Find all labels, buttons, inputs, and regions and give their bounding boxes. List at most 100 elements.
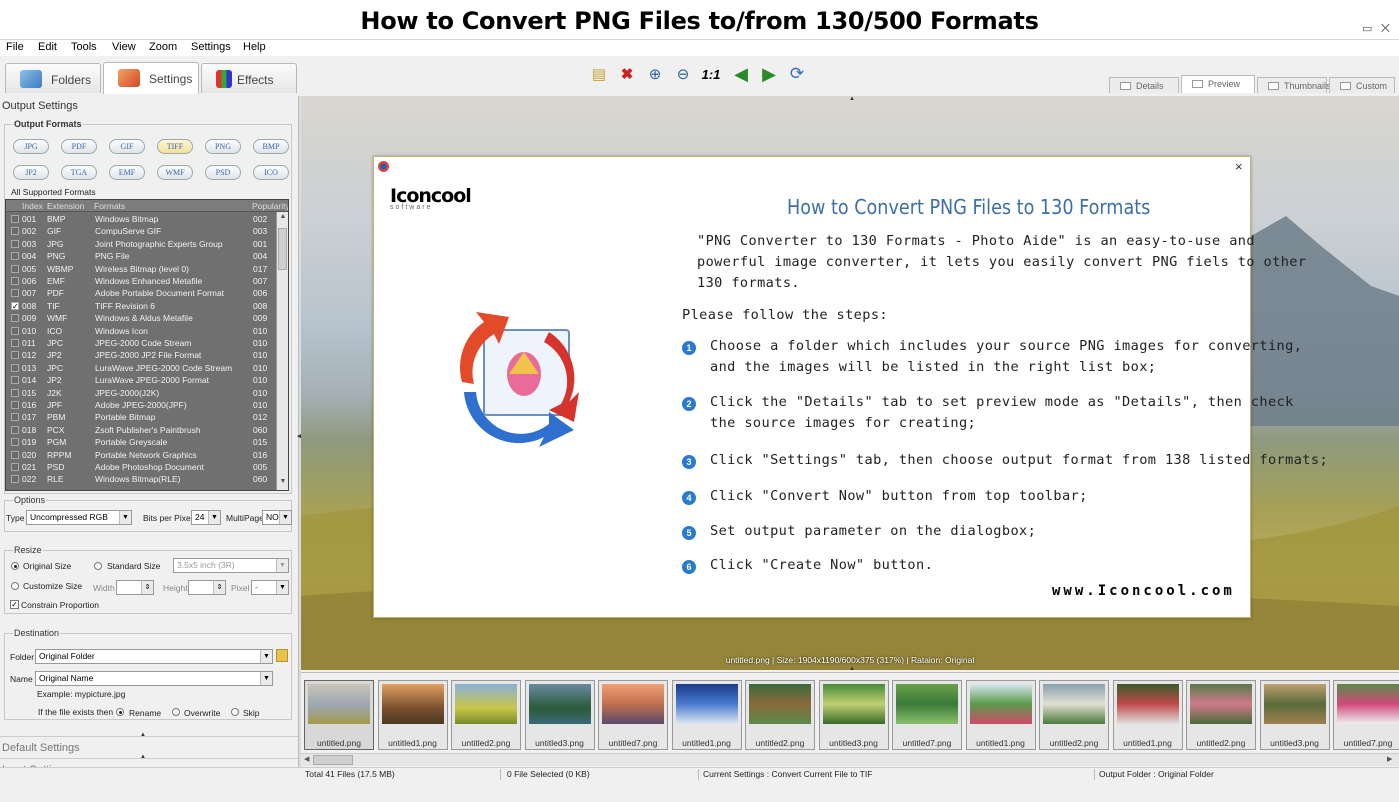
format-row[interactable]: 013 JPC LuraWave JPEG-2000 Code Stream 010 bbox=[6, 362, 278, 374]
menu-edit[interactable]: Edit bbox=[38, 41, 57, 53]
scroll-thumb[interactable] bbox=[278, 228, 287, 270]
format-row-checkbox[interactable] bbox=[11, 376, 19, 385]
format-row[interactable]: 007 PDF Adobe Portable Document Format 006 bbox=[6, 287, 278, 299]
menu-help[interactable]: Help bbox=[243, 41, 266, 53]
format-row[interactable]: 018 PCX Zsoft Publisher's Paintbrush 060 bbox=[6, 424, 278, 436]
thumbnail[interactable]: untitled2.png bbox=[1186, 680, 1256, 750]
format-row[interactable]: 011 JPC JPEG-2000 Code Stream 010 bbox=[6, 337, 278, 349]
format-row-checkbox[interactable] bbox=[11, 401, 19, 409]
format-button-bmp[interactable]: BMP bbox=[253, 139, 289, 154]
scroll-down-icon[interactable]: ▼ bbox=[278, 478, 288, 489]
tab-settings[interactable]: Settings bbox=[103, 62, 199, 94]
format-row[interactable]: 002 GIF CompuServe GIF 003 bbox=[6, 225, 278, 237]
format-button-pdf[interactable]: PDF bbox=[61, 139, 97, 154]
width-input[interactable]: ⇕ bbox=[116, 580, 154, 595]
menu-settings[interactable]: Settings bbox=[191, 41, 231, 53]
format-row-checkbox[interactable] bbox=[11, 227, 19, 236]
bpp-select[interactable]: 24 ▼ bbox=[191, 510, 221, 525]
close-icon[interactable]: ⨉ bbox=[1381, 22, 1390, 36]
format-row-checkbox[interactable] bbox=[11, 314, 19, 323]
actual-size-button[interactable]: 1:1 bbox=[700, 62, 722, 86]
format-row-checkbox[interactable] bbox=[11, 363, 19, 372]
thumbnail[interactable]: untitled3.png bbox=[818, 680, 889, 750]
name-select[interactable]: Original Name ▼ bbox=[35, 671, 273, 686]
format-row[interactable]: 016 JPF Adobe JPEG-2000(JPF) 010 bbox=[6, 399, 278, 411]
thumbnail-scrollbar[interactable]: ◀ ▶ bbox=[301, 753, 1399, 766]
tab-preview[interactable]: Preview bbox=[1181, 75, 1255, 93]
standard-size-radio[interactable] bbox=[94, 562, 102, 570]
collapse-icon[interactable]: ▲ bbox=[140, 754, 146, 760]
browse-folder-icon[interactable] bbox=[276, 649, 288, 662]
thumbnail[interactable]: untitled1.png bbox=[671, 680, 742, 750]
menu-tools[interactable]: Tools bbox=[71, 41, 97, 53]
format-row-checkbox[interactable] bbox=[11, 239, 19, 248]
format-row[interactable]: 015 J2K JPEG-2000(J2K) 010 bbox=[6, 387, 278, 399]
menu-zoom[interactable]: Zoom bbox=[149, 41, 177, 53]
format-button-jpg[interactable]: JPG bbox=[13, 139, 49, 154]
tab-folders[interactable]: Folders bbox=[5, 63, 101, 93]
format-row-checkbox[interactable] bbox=[11, 475, 19, 484]
format-row[interactable]: 020 RPPM Portable Network Graphics 016 bbox=[6, 449, 278, 461]
multipage-select[interactable]: NO ▼ bbox=[262, 510, 292, 525]
menu-file[interactable]: File bbox=[6, 41, 24, 53]
format-row[interactable]: ✓ 008 TIF TIFF Revision 6 008 bbox=[6, 300, 278, 312]
scroll-left-icon[interactable]: ◀ bbox=[304, 755, 309, 763]
format-row-checkbox[interactable] bbox=[11, 339, 19, 347]
format-list[interactable]: Index Extension Formats Popularity 001 BM… bbox=[5, 199, 289, 491]
thumbnail[interactable]: untitled3.png bbox=[1259, 680, 1330, 750]
scroll-right-icon[interactable]: ▶ bbox=[1387, 755, 1392, 763]
previous-icon[interactable]: ◀ bbox=[730, 62, 752, 86]
format-row[interactable]: 001 BMP Windows Bitmap 002 bbox=[6, 213, 278, 225]
format-button-tga[interactable]: TGA bbox=[61, 165, 97, 180]
open-icon[interactable]: ▤ bbox=[588, 62, 610, 86]
format-row-checkbox[interactable] bbox=[11, 252, 19, 261]
format-row[interactable]: 019 PGM Portable Greyscale 015 bbox=[6, 436, 278, 448]
format-row-checkbox[interactable] bbox=[11, 413, 19, 422]
original-size-radio[interactable] bbox=[11, 562, 19, 570]
format-row-checkbox[interactable] bbox=[11, 388, 19, 397]
scroll-thumb[interactable] bbox=[313, 755, 353, 765]
format-button-tiff[interactable]: TIFF bbox=[157, 139, 193, 154]
format-row-checkbox[interactable] bbox=[11, 326, 19, 335]
overwrite-radio[interactable] bbox=[172, 708, 180, 716]
format-row-checkbox[interactable] bbox=[11, 425, 19, 434]
tab-effects[interactable]: Effects bbox=[201, 63, 297, 93]
format-row[interactable]: 006 EMF Windows Enhanced Metafile 007 bbox=[6, 275, 278, 287]
zoom-out-icon[interactable]: ⊖ bbox=[672, 62, 694, 86]
height-input[interactable]: ⇕ bbox=[188, 580, 226, 595]
format-row[interactable]: 012 JP2 JPEG-2000 JP2 File Format 010 bbox=[6, 349, 278, 361]
menu-view[interactable]: View bbox=[112, 41, 136, 53]
format-button-gif[interactable]: GIF bbox=[109, 139, 145, 154]
thumbnail[interactable]: untitled2.png bbox=[745, 680, 815, 750]
tab-thumbnails[interactable]: Thumbnails bbox=[1257, 77, 1331, 93]
thumbnail[interactable]: untitled7.png bbox=[1333, 680, 1399, 750]
thumbnail[interactable]: untitled7.png bbox=[598, 680, 668, 750]
skip-radio[interactable] bbox=[231, 708, 239, 716]
format-button-emf[interactable]: EMF bbox=[109, 165, 145, 180]
thumbnail[interactable]: untitled1.png bbox=[1112, 680, 1183, 750]
thumbnail[interactable]: untitled3.png bbox=[524, 680, 595, 750]
folder-select[interactable]: Original Folder ▼ bbox=[35, 649, 273, 664]
format-row[interactable]: 010 ICO Windows Icon 010 bbox=[6, 325, 278, 337]
format-row[interactable]: 005 WBMP Wireless Bitmap (level 0) 017 bbox=[6, 263, 278, 275]
format-button-ico[interactable]: ICO bbox=[253, 165, 289, 180]
close-icon[interactable]: × bbox=[1235, 159, 1243, 174]
format-row-checkbox[interactable] bbox=[11, 463, 19, 471]
format-button-png[interactable]: PNG bbox=[205, 139, 241, 154]
thumbnail[interactable]: untitled1.png bbox=[965, 680, 1036, 750]
col-popularity[interactable]: Popularity bbox=[252, 201, 288, 211]
format-row-checkbox[interactable] bbox=[11, 351, 19, 360]
format-row-checkbox[interactable] bbox=[11, 264, 19, 273]
format-row[interactable]: 017 PBM Portable Bitmap 012 bbox=[6, 411, 278, 423]
format-row[interactable]: 009 WMF Windows & Aldus Metafile 009 bbox=[6, 312, 278, 324]
customize-size-radio[interactable] bbox=[11, 582, 19, 590]
delete-icon[interactable]: ✖ bbox=[616, 62, 638, 86]
type-select[interactable]: Uncompressed RGB ▼ bbox=[26, 510, 132, 525]
format-row-checkbox[interactable] bbox=[11, 277, 19, 285]
format-row-checkbox[interactable] bbox=[11, 450, 19, 459]
format-row[interactable]: 003 JPG Joint Photographic Experts Group 00… bbox=[6, 238, 278, 250]
thumbnail[interactable]: untitled2.png bbox=[1039, 680, 1109, 750]
format-row-checkbox[interactable] bbox=[11, 215, 19, 223]
format-row[interactable]: 014 JP2 LuraWave JPEG-2000 Format 010 bbox=[6, 374, 278, 386]
convert-icon[interactable]: ⟳ bbox=[786, 62, 808, 86]
